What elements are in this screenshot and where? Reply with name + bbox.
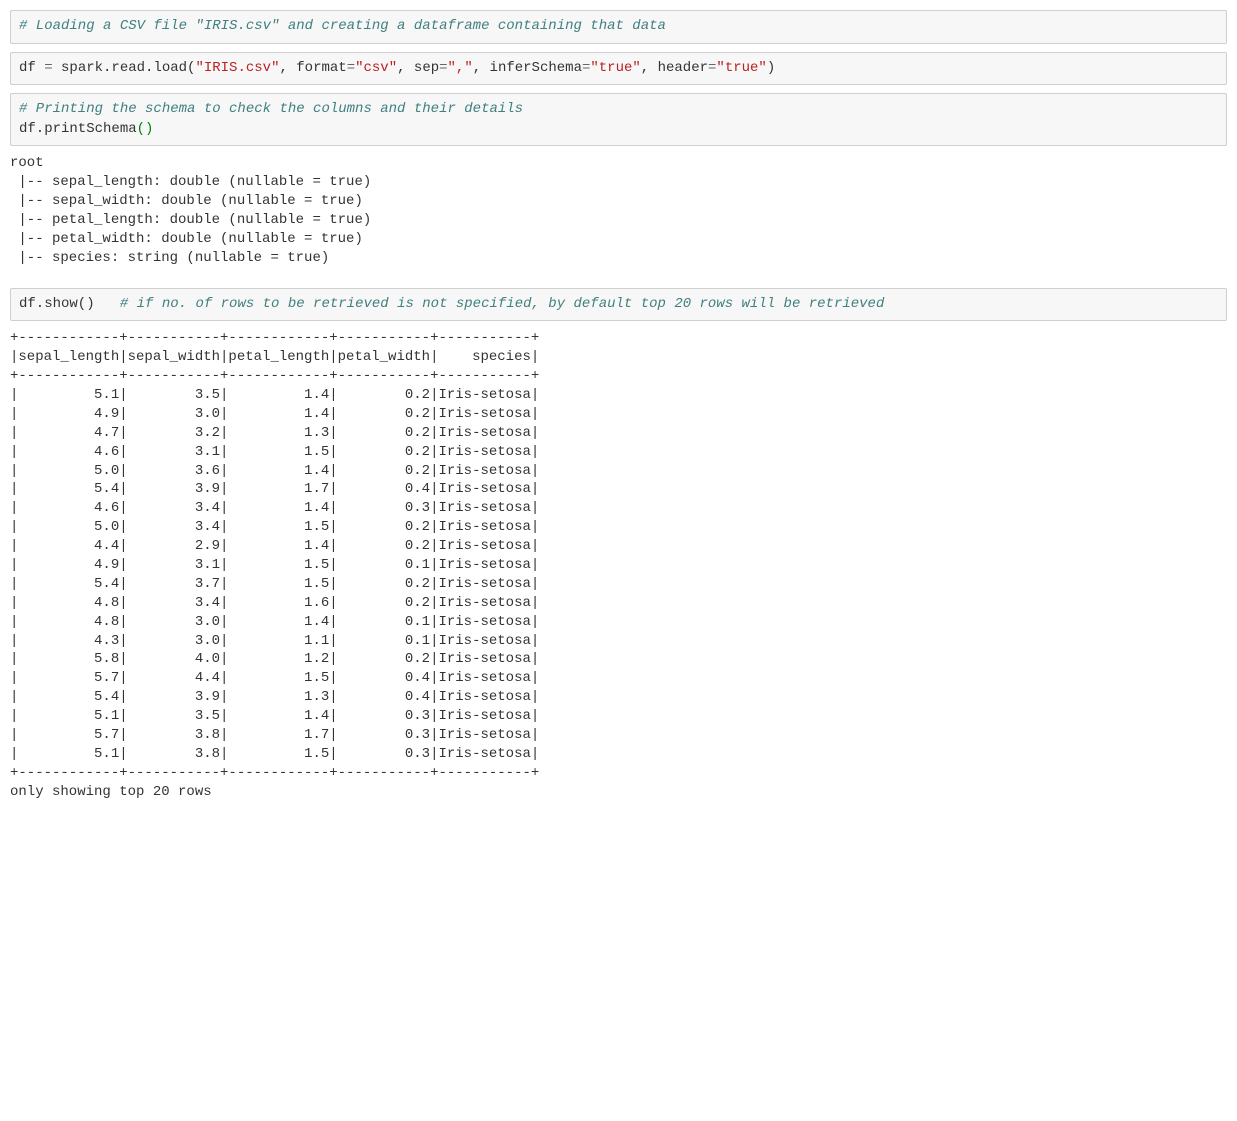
code-token: df.show() (19, 296, 120, 312)
code-token: spark.read.load( (53, 60, 196, 76)
code-cell-2[interactable]: df = spark.read.load("IRIS.csv", format=… (10, 52, 1227, 86)
string-literal: "," (448, 60, 473, 76)
code-token: , sep (397, 60, 439, 76)
code-token: = (44, 60, 52, 76)
code-token: ) (767, 60, 775, 76)
code-cell-1[interactable]: # Loading a CSV file "IRIS.csv" and crea… (10, 10, 1227, 44)
code-token: df (19, 60, 44, 76)
code-token: df.printSchema (19, 121, 137, 137)
schema-output: root |-- sepal_length: double (nullable … (10, 154, 1227, 267)
table-output: +------------+-----------+------------+-… (10, 329, 1227, 801)
comment-text: # Loading a CSV file "IRIS.csv" and crea… (19, 18, 666, 34)
code-token: = (439, 60, 447, 76)
code-token: , format (279, 60, 346, 76)
string-literal: "true" (590, 60, 640, 76)
code-token: , header (641, 60, 708, 76)
code-cell-3[interactable]: # Printing the schema to check the colum… (10, 93, 1227, 146)
code-token: () (137, 121, 154, 137)
code-token: = (347, 60, 355, 76)
code-cell-4[interactable]: df.show() # if no. of rows to be retriev… (10, 288, 1227, 322)
comment-text: # Printing the schema to check the colum… (19, 101, 523, 117)
comment-text: # if no. of rows to be retrieved is not … (120, 296, 885, 312)
string-literal: "true" (716, 60, 766, 76)
string-literal: "IRIS.csv" (195, 60, 279, 76)
code-token: , inferSchema (473, 60, 582, 76)
string-literal: "csv" (355, 60, 397, 76)
